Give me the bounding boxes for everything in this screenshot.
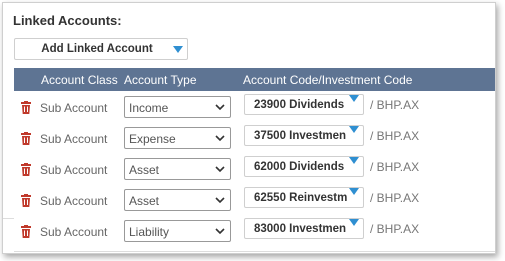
investment-code: / BHP.AX: [370, 160, 420, 174]
chevron-down-icon: [215, 104, 225, 111]
add-linked-account-button[interactable]: Add Linked Account: [14, 38, 188, 60]
trash-icon[interactable]: [20, 163, 32, 176]
trash-icon[interactable]: [20, 132, 32, 145]
account-class: Sub Account: [40, 194, 108, 208]
account-class: Sub Account: [40, 101, 108, 115]
account-type-value: Expense: [129, 132, 176, 146]
linked-accounts-panel: Linked Accounts: Add Linked Account Acco…: [2, 2, 496, 254]
table-row: Sub Account Asset 62550 Reinvestm / BHP.…: [14, 186, 495, 217]
account-type-select[interactable]: Asset: [124, 189, 231, 211]
account-type-select[interactable]: Liability: [124, 220, 231, 242]
account-code-value: 62000 Dividends: [254, 161, 345, 173]
trash-icon[interactable]: [20, 194, 32, 207]
account-code-value: 23900 Dividends: [254, 99, 345, 111]
divider: [3, 218, 14, 219]
account-type-value: Liability: [129, 225, 170, 239]
account-code-select[interactable]: 62550 Reinvestm: [244, 187, 364, 208]
account-type-select[interactable]: Asset: [124, 158, 231, 180]
account-code-value: 37500 Investmen: [254, 130, 347, 142]
chevron-down-icon: [215, 135, 225, 142]
dropdown-caret-icon: [349, 219, 359, 238]
trash-icon[interactable]: [20, 225, 32, 238]
chevron-down-icon: [215, 197, 225, 204]
trash-icon[interactable]: [20, 101, 32, 114]
table-row: Sub Account Asset 62000 Dividends / BHP.…: [14, 155, 495, 186]
panel-title: Linked Accounts:: [13, 13, 122, 28]
account-code-select[interactable]: 83000 Investmen: [244, 218, 364, 239]
account-code-select[interactable]: 62000 Dividends: [244, 156, 364, 177]
dropdown-caret-icon: [349, 188, 359, 207]
dropdown-caret-icon: [349, 126, 359, 145]
account-type-value: Income: [129, 101, 169, 115]
divider: [14, 251, 495, 252]
investment-code: / BHP.AX: [370, 98, 420, 112]
header-account-code: Account Code/Investment Code: [243, 73, 413, 87]
account-type-select[interactable]: Expense: [124, 127, 231, 149]
account-type-value: Asset: [129, 163, 160, 177]
table-row: Sub Account Expense 37500 Investmen / BH…: [14, 124, 495, 155]
investment-code: / BHP.AX: [370, 222, 420, 236]
header-account-type: Account Type: [124, 73, 197, 87]
investment-code: / BHP.AX: [370, 191, 420, 205]
investment-code: / BHP.AX: [370, 129, 420, 143]
chevron-down-icon: [215, 228, 225, 235]
account-type-value: Asset: [129, 194, 160, 208]
account-code-value: 62550 Reinvestm: [254, 192, 348, 204]
dropdown-caret-icon: [349, 95, 359, 114]
chevron-down-icon: [215, 166, 225, 173]
dropdown-caret-icon: [169, 45, 187, 53]
account-code-select[interactable]: 37500 Investmen: [244, 125, 364, 146]
account-type-select[interactable]: Income: [124, 96, 231, 118]
add-linked-account-label: Add Linked Account: [41, 43, 153, 55]
account-class: Sub Account: [40, 225, 108, 239]
account-code-value: 83000 Investmen: [254, 223, 347, 235]
account-code-select[interactable]: 23900 Dividends: [244, 94, 364, 115]
table-row: Sub Account Income 23900 Dividends / BHP…: [14, 93, 495, 124]
account-class: Sub Account: [40, 163, 108, 177]
dropdown-caret-icon: [349, 157, 359, 176]
table-row: Sub Account Liability 83000 Investmen / …: [14, 217, 495, 248]
header-account-class: Account Class: [41, 73, 118, 87]
account-class: Sub Account: [40, 132, 108, 146]
table-header: Account Class Account Type Account Code/…: [14, 68, 495, 91]
